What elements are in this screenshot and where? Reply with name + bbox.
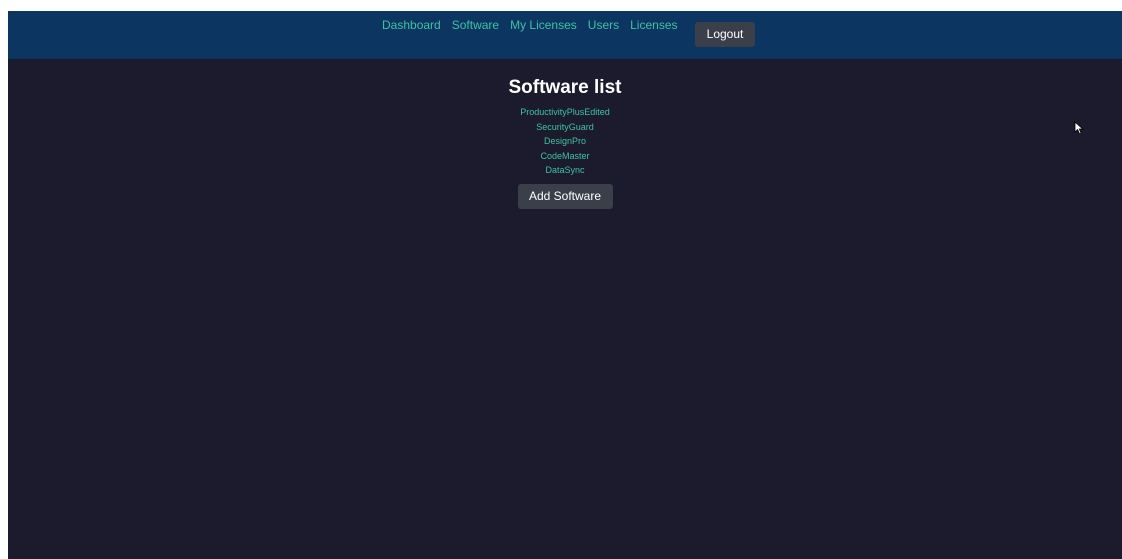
nav-link-users[interactable]: Users [588, 18, 619, 32]
software-list: ProductivityPlusEdited SecurityGuard Des… [8, 105, 1122, 178]
nav-link-my-licenses[interactable]: My Licenses [510, 18, 577, 32]
nav-link-dashboard[interactable]: Dashboard [382, 18, 441, 32]
nav-link-licenses[interactable]: Licenses [630, 18, 677, 32]
app-window: Dashboard Software My Licenses Users Lic… [8, 11, 1122, 559]
software-item[interactable]: CodeMaster [8, 149, 1122, 164]
top-navbar: Dashboard Software My Licenses Users Lic… [8, 11, 1122, 59]
software-item[interactable]: SecurityGuard [8, 120, 1122, 135]
logout-button[interactable]: Logout [695, 22, 755, 47]
main-content: Software list ProductivityPlusEdited Sec… [8, 59, 1122, 209]
add-software-button[interactable]: Add Software [517, 183, 613, 209]
software-item[interactable]: DataSync [8, 163, 1122, 178]
mouse-pointer-icon [1074, 121, 1084, 135]
software-item[interactable]: DesignPro [8, 134, 1122, 149]
nav-links: Dashboard Software My Licenses Users Lic… [382, 18, 689, 32]
page-title: Software list [508, 77, 622, 98]
software-item[interactable]: ProductivityPlusEdited [8, 105, 1122, 120]
nav-link-software[interactable]: Software [452, 18, 499, 32]
